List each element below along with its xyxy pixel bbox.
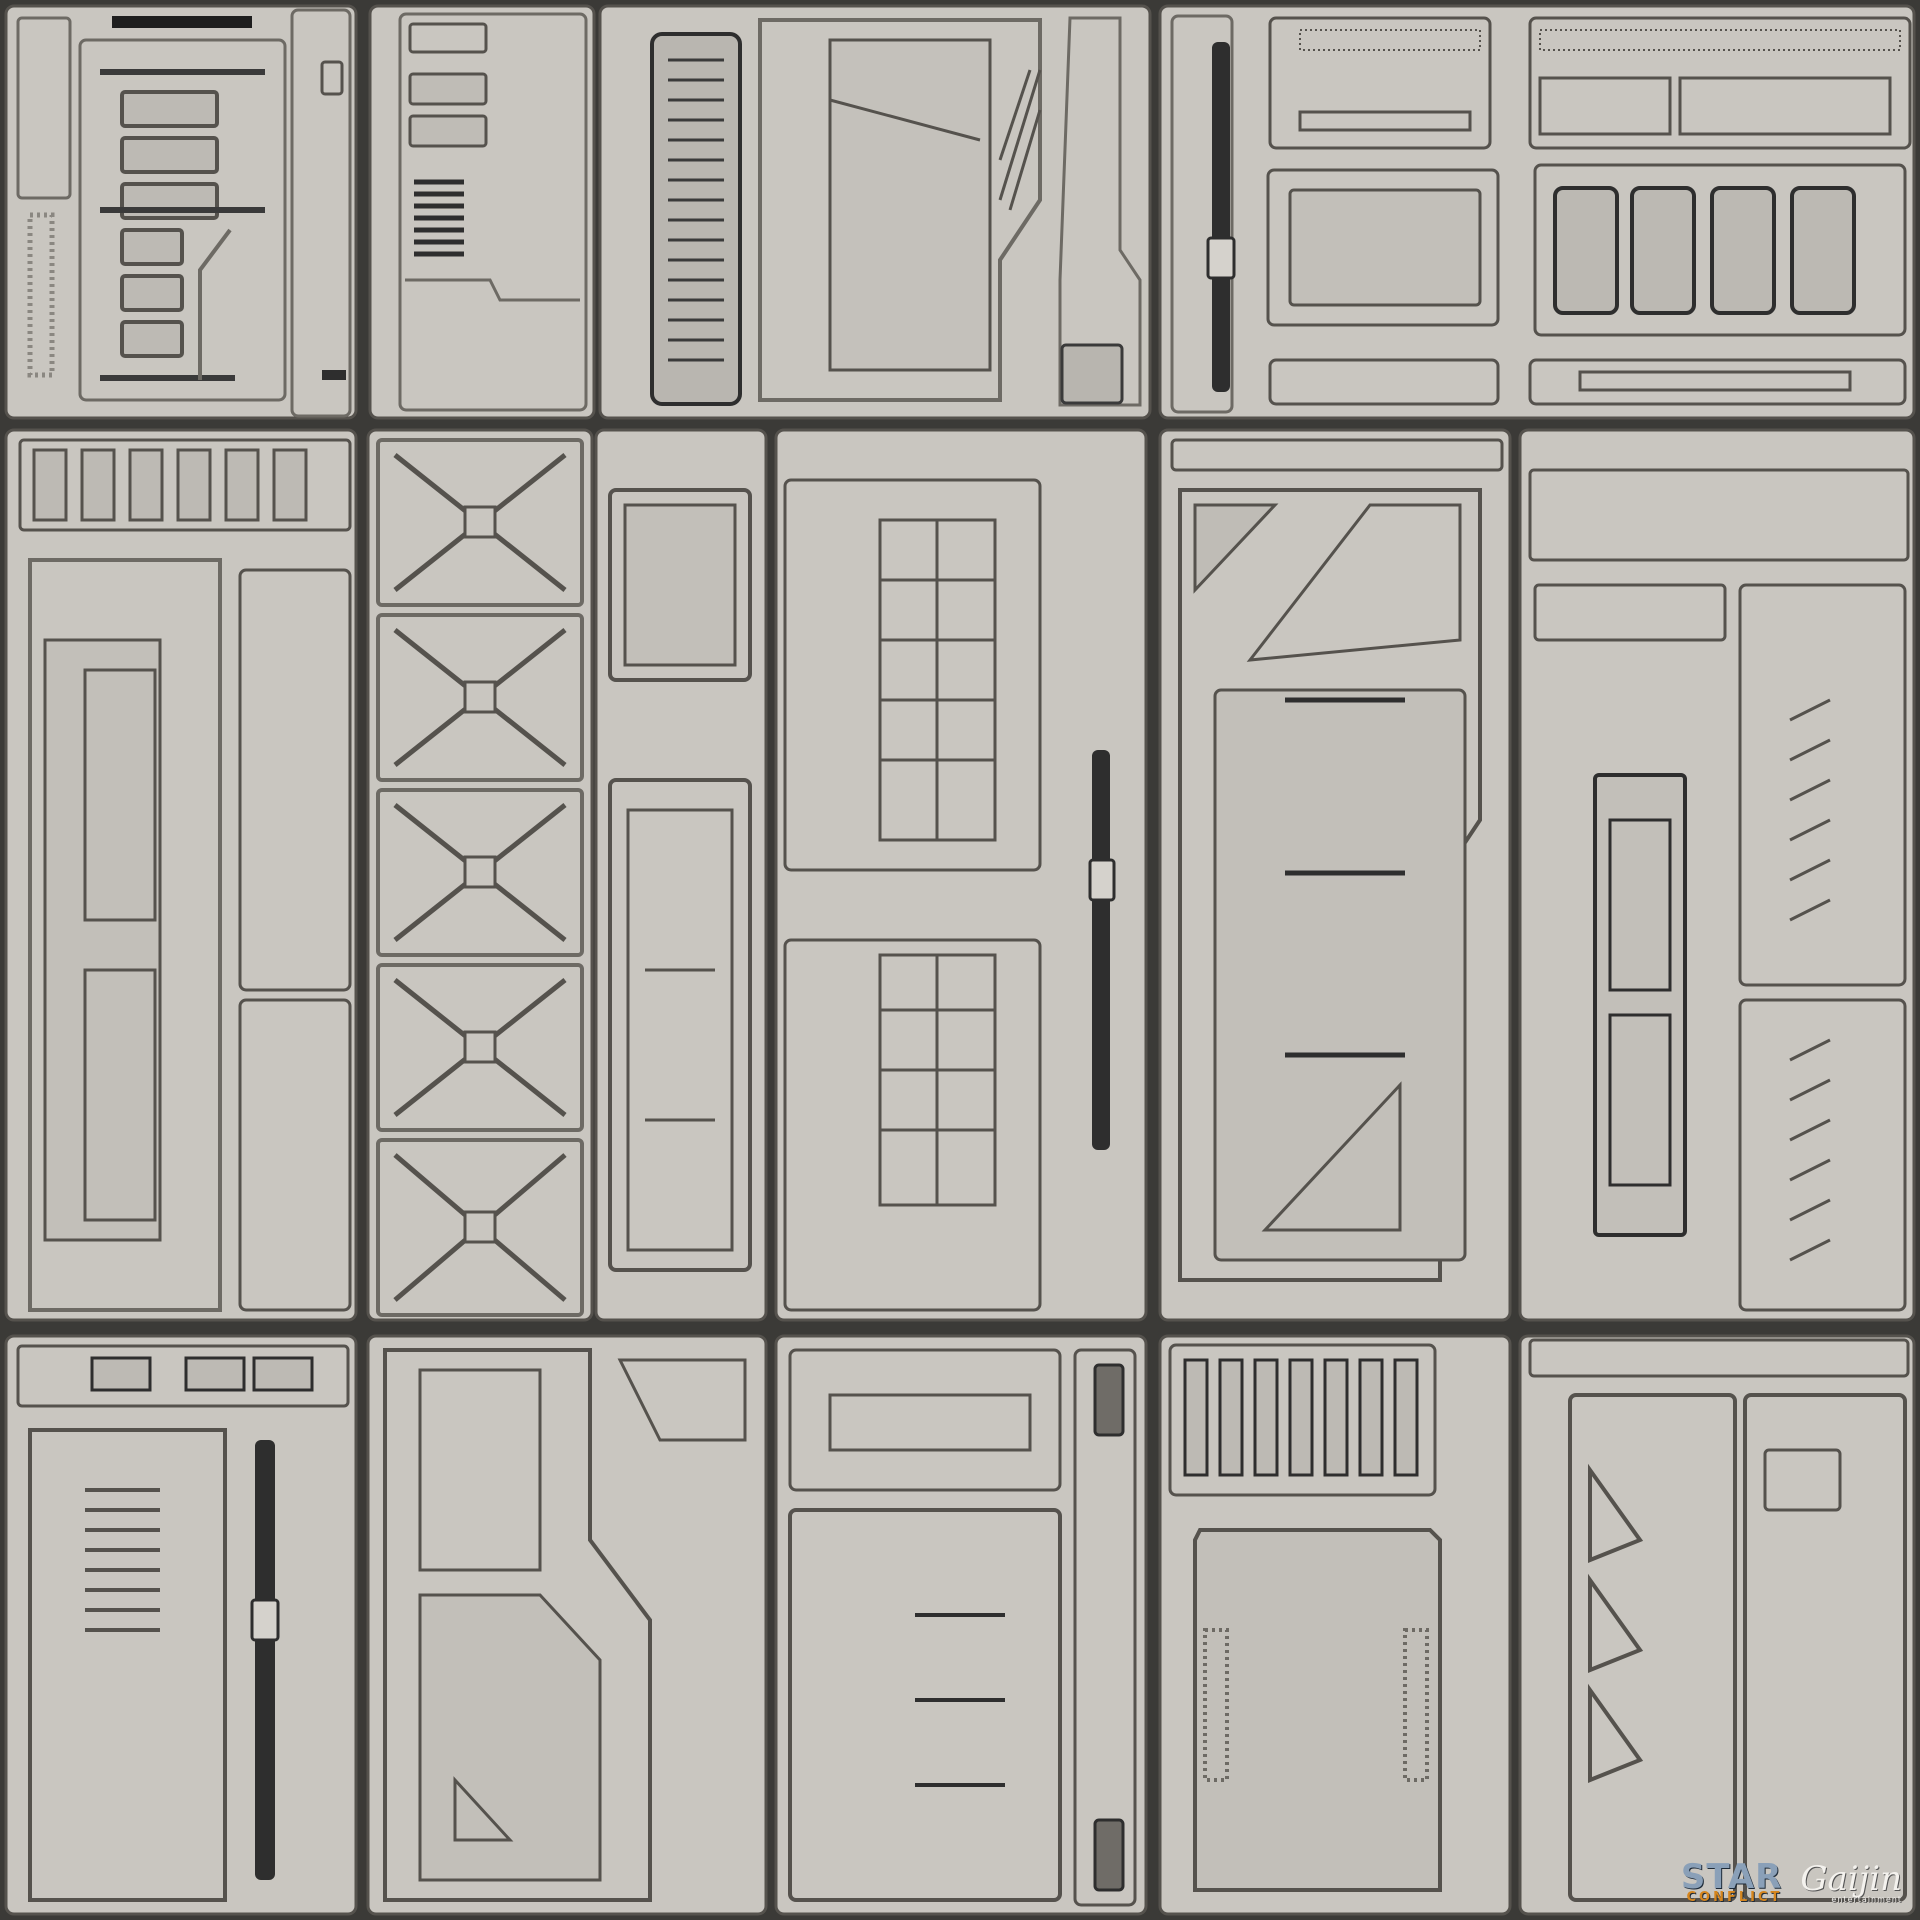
panel-door-diagonal bbox=[598, 4, 1152, 420]
panel-x-tiles bbox=[366, 428, 594, 1322]
panel-bottom-left bbox=[4, 1334, 358, 1916]
switch-1 bbox=[1553, 186, 1619, 315]
panel-narrow-frames bbox=[594, 428, 768, 1322]
panel-bottom-hatch bbox=[1158, 1334, 1512, 1916]
switch-2 bbox=[1630, 186, 1696, 315]
switch-4 bbox=[1790, 186, 1856, 315]
panel-bottom-door bbox=[366, 1334, 768, 1916]
panel-switches bbox=[1158, 4, 1916, 420]
switch-3 bbox=[1710, 186, 1776, 315]
row-1 bbox=[4, 4, 1916, 420]
panel-hatch-tall bbox=[1158, 428, 1512, 1322]
panel-bottom-truss bbox=[1518, 1334, 1916, 1916]
panel-texture-svg bbox=[0, 0, 1920, 1920]
panel-grid-door bbox=[774, 428, 1148, 1322]
row-3 bbox=[4, 1334, 1916, 1916]
scifi-panel-texture: STAR CONFLICT Gaijin entertainment bbox=[0, 0, 1920, 1920]
logo-area: STAR CONFLICT Gaijin entertainment bbox=[1681, 1860, 1902, 1904]
panel-locker-left bbox=[4, 428, 358, 1322]
star-conflict-logo: STAR CONFLICT bbox=[1681, 1860, 1783, 1904]
panel-bottom-shelves bbox=[774, 1334, 1148, 1916]
gaijin-logo: Gaijin entertainment bbox=[1800, 1862, 1902, 1904]
top-slot bbox=[112, 16, 252, 28]
panel-vent bbox=[368, 4, 596, 420]
panel-right-column bbox=[1518, 428, 1916, 1322]
gaijin-main: Gaijin bbox=[1800, 1859, 1902, 1899]
row-2 bbox=[4, 428, 1916, 1322]
star-conflict-sub: CONFLICT bbox=[1686, 1890, 1783, 1905]
panel-stair bbox=[4, 4, 358, 420]
